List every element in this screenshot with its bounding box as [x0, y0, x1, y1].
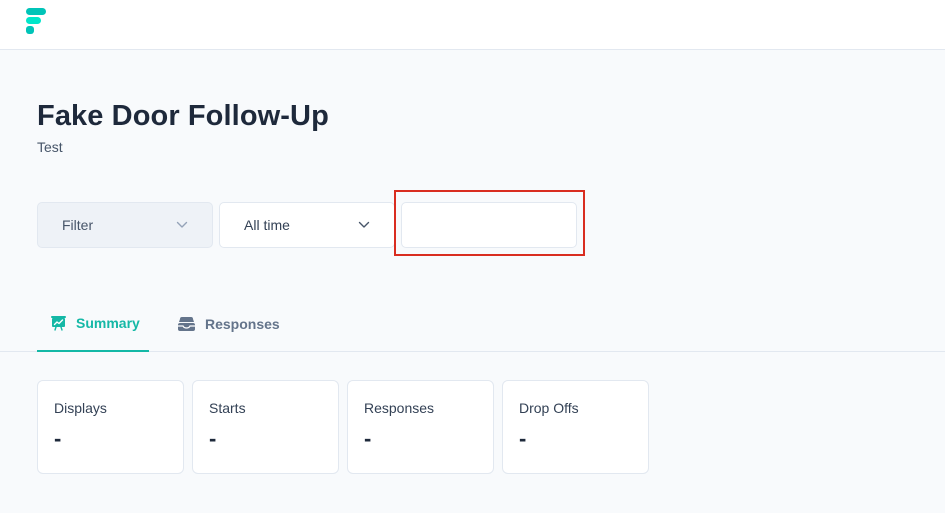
tab-summary[interactable]: Summary	[37, 296, 149, 352]
page-subtitle: Test	[37, 139, 63, 155]
page-title: Fake Door Follow-Up	[37, 100, 329, 132]
chevron-down-icon	[176, 221, 188, 228]
filter-dropdown[interactable]: Filter	[37, 202, 213, 248]
blank-field[interactable]	[401, 202, 577, 248]
stat-label: Starts	[209, 400, 246, 416]
stat-card-starts: Starts -	[192, 380, 339, 474]
stat-value: -	[209, 426, 217, 451]
stat-label: Drop Offs	[519, 400, 579, 416]
stat-card-responses: Responses -	[347, 380, 494, 474]
inbox-stack-icon	[178, 317, 195, 331]
stat-card-drop-offs: Drop Offs -	[502, 380, 649, 474]
date-range-label: All time	[244, 217, 290, 233]
presentation-chart-icon	[51, 316, 66, 331]
chevron-down-icon	[358, 221, 370, 228]
stat-label: Displays	[54, 400, 107, 416]
formbricks-logo-icon[interactable]	[24, 7, 48, 35]
date-range-dropdown[interactable]: All time	[219, 202, 395, 248]
tab-responses[interactable]: Responses	[177, 296, 280, 352]
stat-value: -	[364, 426, 372, 451]
stat-value: -	[54, 426, 62, 451]
tab-responses-label: Responses	[205, 316, 280, 332]
stat-value: -	[519, 426, 527, 451]
tab-summary-label: Summary	[76, 315, 140, 331]
stat-label: Responses	[364, 400, 435, 416]
stat-card-displays: Displays -	[37, 380, 184, 474]
tab-bar: Summary Responses	[0, 296, 945, 352]
filter-dropdown-label: Filter	[62, 217, 94, 233]
top-bar	[0, 0, 945, 50]
